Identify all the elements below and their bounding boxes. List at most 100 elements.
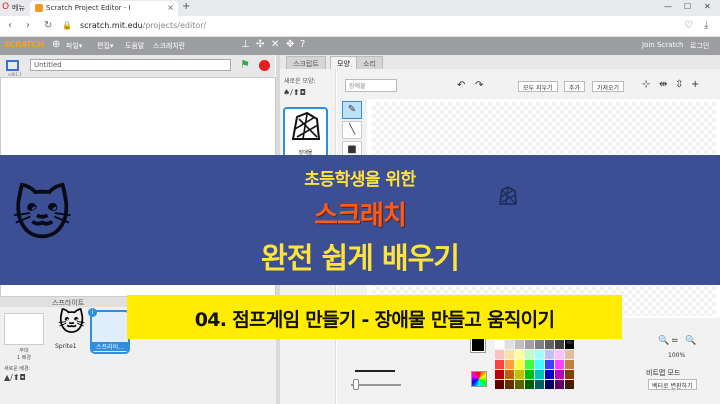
tab-sounds[interactable]: 소리: [356, 56, 383, 69]
window-close-icon[interactable]: ✕: [704, 2, 711, 11]
palette-swatch[interactable]: [535, 340, 544, 349]
palette-swatch[interactable]: [525, 340, 534, 349]
add-point-icon[interactable]: +: [691, 79, 699, 90]
menu-edit[interactable]: 편집▾: [97, 41, 113, 51]
zoom-out-icon[interactable]: 🔍: [685, 336, 696, 346]
palette-swatch[interactable]: [515, 360, 524, 369]
palette-swatch[interactable]: [525, 370, 534, 379]
flip-horizontal-icon[interactable]: ⇹: [659, 79, 667, 90]
palette-swatch[interactable]: [545, 370, 554, 379]
zoom-reset-icon[interactable]: =: [671, 336, 679, 346]
tab-close-icon[interactable]: ×: [167, 3, 174, 12]
costume-name-input[interactable]: [345, 79, 397, 92]
palette-swatch[interactable]: [545, 350, 554, 359]
palette-swatch[interactable]: [515, 380, 524, 389]
palette-swatch[interactable]: [545, 360, 554, 369]
forward-icon[interactable]: ›: [26, 20, 30, 31]
palette-swatch[interactable]: [535, 380, 544, 389]
opera-logo-icon[interactable]: O: [2, 2, 9, 12]
convert-vector-button[interactable]: 벡터로 변환하기: [648, 379, 697, 390]
menu-about[interactable]: 스크래치란: [153, 41, 185, 51]
delete-icon[interactable]: ✣: [256, 39, 264, 50]
new-tab-icon[interactable]: +: [182, 1, 190, 12]
clear-button[interactable]: 모두 지우기: [518, 81, 558, 92]
redo-icon[interactable]: ↷: [475, 80, 483, 91]
eyedropper-icon[interactable]: ✒: [566, 338, 574, 349]
globe-icon[interactable]: ⊕: [52, 39, 60, 50]
maximize-icon[interactable]: ☐: [684, 2, 691, 11]
join-scratch-link[interactable]: Join Scratch: [642, 41, 683, 49]
palette-swatch[interactable]: [565, 360, 574, 369]
palette-swatch[interactable]: [545, 380, 554, 389]
palette-swatch[interactable]: [565, 350, 574, 359]
palette-swatch[interactable]: [515, 370, 524, 379]
shrink-icon[interactable]: ✥: [286, 39, 294, 50]
login-link[interactable]: 로그인: [690, 41, 709, 51]
palette-swatch[interactable]: [505, 380, 514, 389]
minimize-icon[interactable]: —: [664, 2, 672, 11]
palette-swatch[interactable]: [555, 380, 564, 389]
costume-tools-icon[interactable]: ♠/⬆◘: [283, 88, 306, 97]
palette-swatch[interactable]: [535, 360, 544, 369]
back-icon[interactable]: ‹: [8, 20, 12, 31]
palette-swatch[interactable]: [495, 380, 504, 389]
palette-swatch[interactable]: [565, 380, 574, 389]
add-button[interactable]: 추가: [564, 81, 586, 92]
palette-swatch[interactable]: [505, 360, 514, 369]
menu-file[interactable]: 파일▾: [66, 41, 82, 51]
backdrop-tools-icon[interactable]: ▲/⬆◘: [4, 373, 26, 382]
duplicate-icon[interactable]: ⊥: [241, 39, 250, 50]
info-icon[interactable]: i: [88, 308, 97, 317]
scratch-cat-sprite-icon[interactable]: 🐱: [58, 310, 85, 336]
menu-help[interactable]: 도움말: [125, 41, 144, 51]
sprite-obstacle-thumbnail[interactable]: i 스프라이...: [88, 308, 130, 354]
line-tool-icon[interactable]: ╲: [342, 121, 362, 139]
palette-swatch[interactable]: [505, 370, 514, 379]
palette-swatch[interactable]: [505, 350, 514, 359]
palette-swatch[interactable]: [495, 340, 504, 349]
palette-swatch[interactable]: [535, 370, 544, 379]
scratch-logo[interactable]: SCRATCH: [4, 40, 44, 49]
palette-swatch[interactable]: [495, 350, 504, 359]
download-icon[interactable]: ⤓: [704, 20, 708, 31]
heart-icon[interactable]: ♡: [684, 20, 693, 31]
fullscreen-icon[interactable]: [6, 60, 19, 71]
brush-tool-icon[interactable]: ✎: [342, 101, 362, 119]
color-spectrum-icon[interactable]: [471, 371, 487, 387]
palette-swatch[interactable]: [515, 340, 524, 349]
import-button[interactable]: 가져오기: [592, 81, 625, 92]
palette-swatch[interactable]: [565, 370, 574, 379]
palette-swatch[interactable]: [545, 340, 554, 349]
palette-swatch[interactable]: [555, 360, 564, 369]
green-flag-icon[interactable]: ⚑: [240, 58, 250, 71]
zoom-in-icon[interactable]: 🔍: [658, 336, 669, 346]
browser-tab[interactable]: Scratch Project Editor - I ×: [30, 1, 178, 16]
palette-swatch[interactable]: [525, 350, 534, 359]
project-title-input[interactable]: [30, 59, 231, 71]
current-color-swatch[interactable]: [470, 337, 486, 353]
palette-swatch[interactable]: [525, 360, 534, 369]
browser-menu-label[interactable]: 메뉴: [12, 3, 25, 13]
grow-icon[interactable]: ✕: [271, 39, 279, 50]
tab-costumes[interactable]: 모양: [330, 56, 357, 69]
help-icon[interactable]: ?: [300, 39, 305, 50]
palette-swatch[interactable]: [525, 380, 534, 389]
tab-scripts[interactable]: 스크립트: [286, 56, 326, 69]
color-palette[interactable]: [495, 340, 574, 389]
palette-swatch[interactable]: [555, 370, 564, 379]
palette-swatch[interactable]: [505, 340, 514, 349]
palette-swatch[interactable]: [535, 350, 544, 359]
palette-swatch[interactable]: [555, 340, 564, 349]
stop-icon[interactable]: [259, 60, 270, 71]
slider-knob[interactable]: [353, 379, 359, 390]
palette-swatch[interactable]: [495, 360, 504, 369]
url-field[interactable]: scratch.mit.edu/projects/editor/: [80, 21, 206, 30]
palette-swatch[interactable]: [515, 350, 524, 359]
palette-swatch[interactable]: [555, 350, 564, 359]
flip-vertical-icon[interactable]: ⇳: [675, 79, 683, 90]
stage-thumbnail[interactable]: [4, 313, 44, 345]
palette-swatch[interactable]: [495, 370, 504, 379]
reload-icon[interactable]: ↻: [44, 20, 52, 31]
set-center-icon[interactable]: ⊹: [642, 79, 650, 90]
undo-icon[interactable]: ↶: [457, 80, 465, 91]
